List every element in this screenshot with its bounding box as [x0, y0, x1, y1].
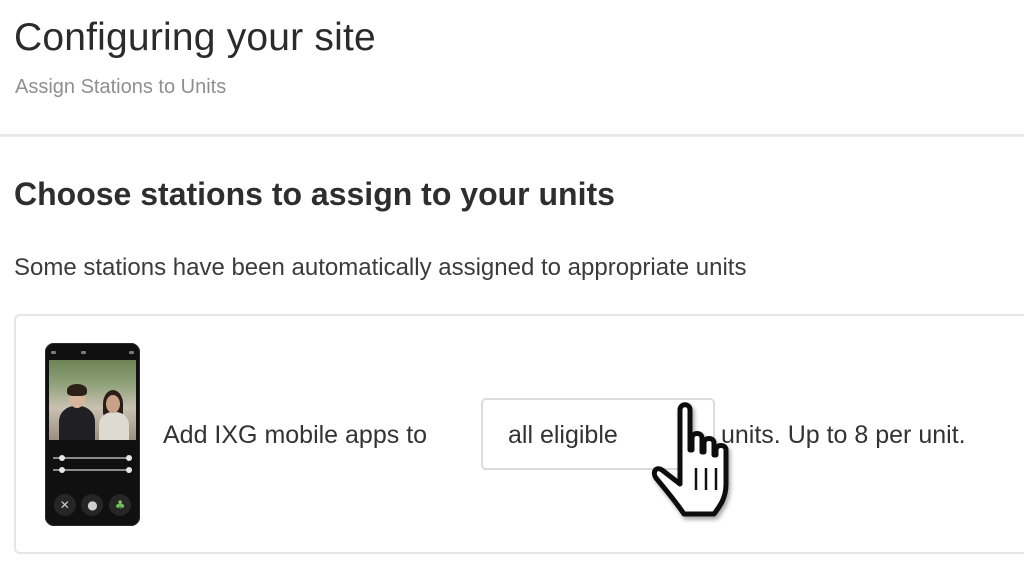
add-mobile-apps-label: Add IXG mobile apps to [163, 421, 428, 449]
header-divider [0, 134, 1024, 137]
phone-status-bar [51, 349, 134, 357]
phone-action-buttons: ✕ ● ♣ [51, 494, 134, 516]
hand-pointer-cursor-icon [651, 402, 729, 517]
close-icon: ✕ [53, 494, 76, 516]
section-heading: Choose stations to assign to your units [14, 176, 615, 212]
ixg-mobile-app-phone-image: ✕ ● ♣ [45, 343, 140, 526]
page-subtitle: Assign Stations to Units [15, 76, 227, 98]
units-limit-label: units. Up to 8 per unit. [721, 421, 966, 449]
page-title: Configuring your site [14, 16, 376, 59]
phone-video-feed [49, 360, 136, 440]
page-header: Configuring your site Assign Stations to… [0, 0, 1024, 134]
door-release-icon: ♣ [109, 494, 132, 516]
bell-icon: ● [81, 494, 104, 516]
section-description: Some stations have been automatically as… [14, 254, 747, 281]
phone-volume-controls [53, 447, 132, 487]
units-scope-select-value: all eligible [508, 421, 618, 449]
